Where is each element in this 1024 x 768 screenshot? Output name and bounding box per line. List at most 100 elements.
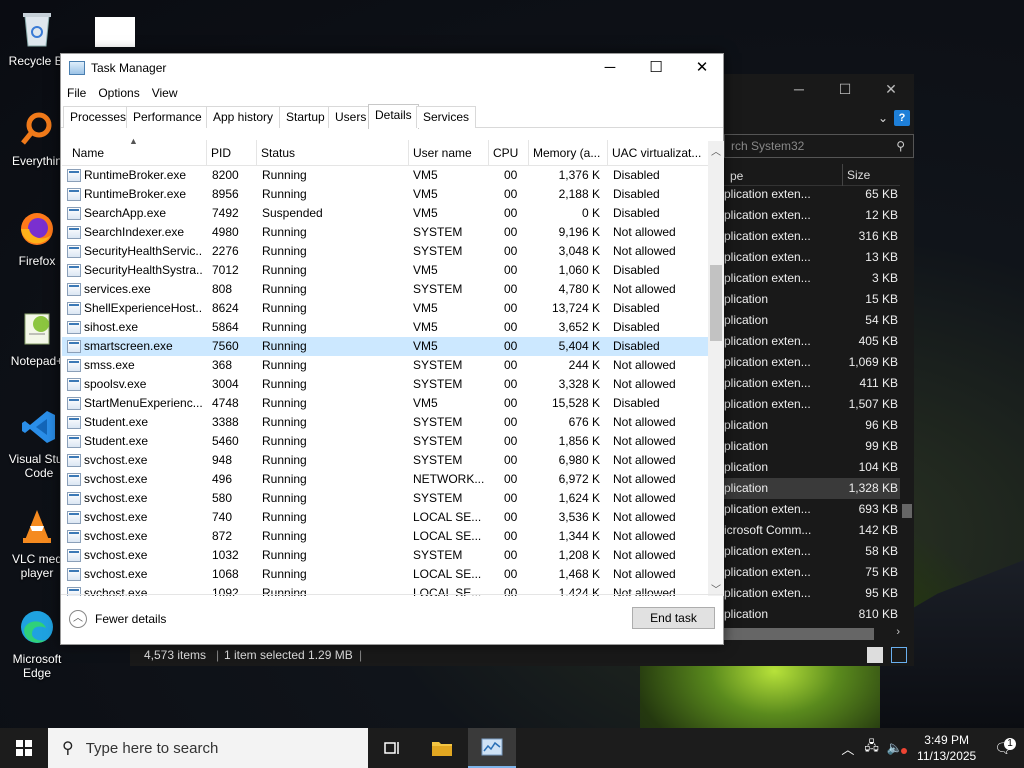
column-cpu[interactable]: CPU: [489, 140, 529, 166]
table-row[interactable]: svchost.exe 948 Running SYSTEM 00 6,980 K Not …: [62, 451, 708, 470]
scroll-thumb[interactable]: [710, 265, 722, 341]
column-pid[interactable]: PID: [207, 140, 257, 166]
tab-app-history[interactable]: App history: [206, 106, 281, 128]
table-row[interactable]: RuntimeBroker.exe 8200 Running VM5 00 1,376 K…: [62, 166, 708, 185]
table-row[interactable]: Student.exe 5460 Running SYSTEM 00 1,856 K Not…: [62, 432, 708, 451]
explorer-vscrollbar[interactable]: [900, 184, 914, 634]
table-row[interactable]: svchost.exe 496 Running NETWORK... 00 6,972 K…: [62, 470, 708, 489]
list-item[interactable]: plication exten... 693 KB: [712, 499, 902, 520]
scroll-up-icon[interactable]: ︿: [708, 143, 724, 158]
fewer-details-button[interactable]: ︿ Fewer details: [69, 610, 166, 628]
column-uac[interactable]: UAC virtualizat...: [608, 140, 708, 166]
list-item[interactable]: plication exten... 12 KB: [712, 205, 902, 226]
task-manager-taskbar-button[interactable]: [468, 728, 516, 768]
scroll-thumb[interactable]: [724, 628, 874, 640]
help-icon[interactable]: ?: [894, 110, 910, 126]
menu-options[interactable]: Options: [98, 86, 139, 100]
list-item[interactable]: plication exten... 405 KB: [712, 331, 902, 352]
explorer-search-input[interactable]: rch System32 ⚲: [724, 134, 914, 158]
menu-view[interactable]: View: [152, 86, 178, 100]
table-row[interactable]: Student.exe 3388 Running SYSTEM 00 676 K Not a…: [62, 413, 708, 432]
menu-file[interactable]: File: [67, 86, 86, 100]
column-status[interactable]: Status: [257, 140, 409, 166]
table-row[interactable]: SecurityHealthServic... 2276 Running SYSTEM…: [62, 242, 708, 261]
tab-users[interactable]: Users: [328, 106, 374, 128]
process-pid: 808: [212, 282, 233, 296]
column-user-name[interactable]: User name: [409, 140, 489, 166]
task-view-button[interactable]: [368, 728, 416, 768]
table-row[interactable]: sihost.exe 5864 Running VM5 00 3,652 K Disable…: [62, 318, 708, 337]
details-view-icon[interactable]: [867, 647, 883, 663]
list-item[interactable]: plication 54 KB: [712, 310, 902, 331]
table-row[interactable]: RuntimeBroker.exe 8956 Running VM5 00 2,188 K…: [62, 185, 708, 204]
maximize-icon[interactable]: ☐: [822, 81, 868, 98]
desktop-file-icon[interactable]: [95, 17, 135, 47]
list-item[interactable]: plication 96 KB: [712, 415, 902, 436]
table-row[interactable]: SearchApp.exe 7492 Suspended VM5 00 0 K Disabl…: [62, 204, 708, 223]
column-size[interactable]: Size: [842, 164, 870, 186]
column-name[interactable]: Name: [62, 140, 207, 166]
tab-startup[interactable]: Startup: [279, 106, 332, 128]
list-item[interactable]: plication 104 KB: [712, 457, 902, 478]
chevron-down-icon[interactable]: ⌄: [878, 111, 888, 125]
start-button[interactable]: [0, 728, 48, 768]
close-button[interactable]: ✕: [679, 54, 725, 82]
list-item[interactable]: plication 810 KB: [712, 604, 902, 625]
tab-performance[interactable]: Performance: [126, 106, 209, 128]
list-item[interactable]: plication exten... 13 KB: [712, 247, 902, 268]
table-row[interactable]: smartscreen.exe 7560 Running VM5 00 5,404 K Di…: [62, 337, 708, 356]
show-hidden-icons-icon[interactable]: ︿: [835, 739, 860, 758]
tab-services[interactable]: Services: [416, 106, 477, 128]
minimize-icon[interactable]: ─: [776, 81, 822, 97]
file-size: 405 KB: [858, 334, 898, 348]
list-item[interactable]: plication exten... 1,507 KB: [712, 394, 902, 415]
file-type: plication: [724, 292, 769, 306]
close-icon[interactable]: ✕: [868, 81, 914, 98]
table-row[interactable]: smss.exe 368 Running SYSTEM 00 244 K Not allow…: [62, 356, 708, 375]
list-item[interactable]: plication 1,328 KB: [712, 478, 902, 499]
table-row[interactable]: svchost.exe 580 Running SYSTEM 00 1,624 K Not …: [62, 489, 708, 508]
column-memory[interactable]: Memory (a...: [529, 140, 608, 166]
table-row[interactable]: svchost.exe 1068 Running LOCAL SE... 00 1,468…: [62, 565, 708, 584]
notification-center-icon[interactable]: 🗨 1: [986, 737, 1024, 757]
list-item[interactable]: plication exten... 1,069 KB: [712, 352, 902, 373]
list-item[interactable]: plication exten... 65 KB: [712, 184, 902, 205]
taskbar-search-box[interactable]: ⚲ Type here to search: [48, 728, 368, 768]
table-row[interactable]: svchost.exe 1032 Running SYSTEM 00 1,208 K Not…: [62, 546, 708, 565]
table-row[interactable]: services.exe 808 Running SYSTEM 00 4,780 K Not…: [62, 280, 708, 299]
minimize-button[interactable]: ─: [587, 54, 633, 82]
table-row[interactable]: svchost.exe 740 Running LOCAL SE... 00 3,536 …: [62, 508, 708, 527]
list-item[interactable]: plication 99 KB: [712, 436, 902, 457]
file-explorer-button[interactable]: [418, 728, 466, 768]
clock[interactable]: 3:49 PM 11/13/2025: [907, 732, 986, 764]
process-vscrollbar[interactable]: ︿ ﹀: [708, 141, 724, 596]
tab-details[interactable]: Details: [368, 104, 419, 129]
table-row[interactable]: SecurityHealthSystra... 7012 Running VM5 00 1…: [62, 261, 708, 280]
scroll-thumb[interactable]: [902, 504, 912, 518]
file-type: plication exten...: [724, 271, 811, 285]
network-icon[interactable]: 🖧: [860, 737, 883, 759]
list-item[interactable]: plication exten... 3 KB: [712, 268, 902, 289]
scroll-right-icon[interactable]: ›: [896, 626, 900, 638]
list-item[interactable]: plication exten... 95 KB: [712, 583, 902, 604]
column-type[interactable]: pe: [730, 169, 743, 183]
list-item[interactable]: plication exten... 58 KB: [712, 541, 902, 562]
list-item[interactable]: plication exten... 316 KB: [712, 226, 902, 247]
list-item[interactable]: icrosoft Comm... 142 KB: [712, 520, 902, 541]
list-item[interactable]: plication exten... 75 KB: [712, 562, 902, 583]
table-row[interactable]: svchost.exe 872 Running LOCAL SE... 00 1,344 …: [62, 527, 708, 546]
list-item[interactable]: plication exten... 411 KB: [712, 373, 902, 394]
thumbnail-view-icon[interactable]: [891, 647, 907, 663]
tab-processes[interactable]: Processes: [63, 106, 134, 128]
volume-muted-icon[interactable]: 🔈: [883, 740, 908, 756]
list-item[interactable]: plication 15 KB: [712, 289, 902, 310]
search-icon: ⚲: [62, 740, 74, 757]
table-row[interactable]: spoolsv.exe 3004 Running SYSTEM 00 3,328 K Not…: [62, 375, 708, 394]
end-task-button[interactable]: End task: [632, 607, 715, 629]
explorer-column-header[interactable]: pe Size: [724, 164, 910, 186]
table-row[interactable]: SearchIndexer.exe 4980 Running SYSTEM 00 9,19…: [62, 223, 708, 242]
table-row[interactable]: StartMenuExperienc... 4748 Running VM5 00 15,…: [62, 394, 708, 413]
maximize-button[interactable]: ☐: [633, 54, 679, 82]
explorer-hscrollbar[interactable]: ›: [724, 626, 914, 640]
table-row[interactable]: ShellExperienceHost... 8624 Running VM5 00 13…: [62, 299, 708, 318]
